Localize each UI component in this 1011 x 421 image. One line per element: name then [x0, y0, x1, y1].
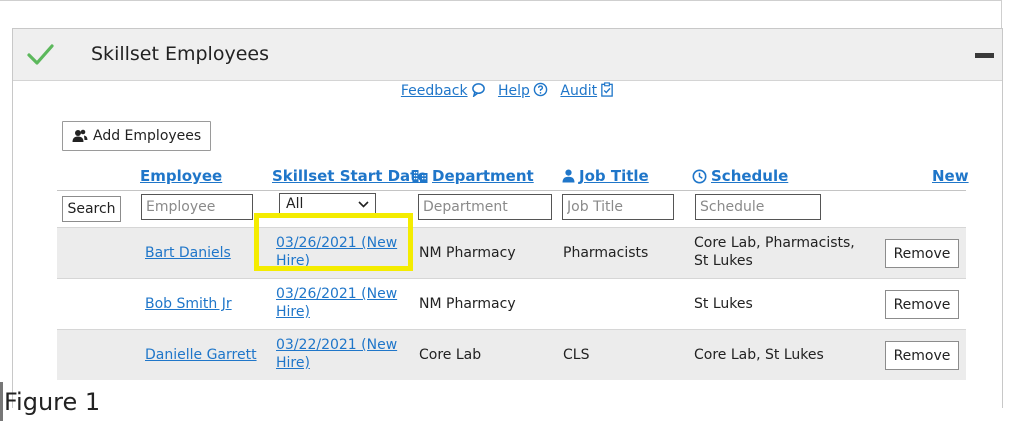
start-date-header-label: Skillset Start Date [272, 167, 428, 185]
filter-row: Search All [57, 192, 966, 225]
start-date-line2: Hire) [276, 304, 310, 320]
job-title-header-label: Job Title [579, 167, 649, 185]
department-cell: NM Pharmacy [419, 245, 516, 261]
add-users-icon [72, 129, 88, 142]
schedule-cell: Core Lab, St Lukes [694, 347, 824, 363]
table-row: Bob Smith Jr 03/26/2021 (New Hire) NM Pha… [57, 278, 966, 329]
start-date-line1: 03/26/2021 (New [276, 286, 398, 302]
employee-name-link[interactable]: Bob Smith Jr [145, 295, 232, 313]
add-employees-label: Add Employees [93, 128, 202, 144]
building-icon [412, 170, 428, 183]
add-employees-button[interactable]: Add Employees [62, 121, 212, 151]
schedule-filter-input[interactable] [695, 194, 821, 220]
column-header-employee[interactable]: Employee [140, 167, 222, 185]
start-date-link[interactable]: 03/26/2021 (New Hire) [276, 285, 397, 321]
department-header-label: Department [432, 167, 534, 185]
table-row: Bart Daniels 03/26/2021 (New Hire) NM Pha… [57, 227, 966, 278]
employee-header-label: Employee [140, 167, 223, 185]
start-date-line2: Hire) [276, 355, 310, 371]
speech-bubble-icon [471, 83, 485, 98]
table-row: Danielle Garrett 03/22/2021 (New Hire) Co… [57, 329, 966, 380]
help-link[interactable]: Help [498, 82, 548, 99]
highlight-box [254, 213, 413, 271]
column-header-job-title[interactable]: Job Title [562, 167, 649, 185]
schedule-line2: St Lukes [694, 253, 753, 269]
collapse-icon[interactable] [975, 53, 994, 58]
figure-caption: Figure 1 [4, 388, 101, 416]
start-date-link[interactable]: 03/22/2021 (New Hire) [276, 336, 397, 372]
remove-button[interactable]: Remove [885, 290, 959, 319]
employee-name-link[interactable]: Bart Daniels [145, 244, 231, 262]
chevron-down-icon [358, 200, 369, 208]
search-button[interactable]: Search [62, 196, 121, 222]
feedback-link[interactable]: Feedback [401, 83, 486, 99]
schedule-cell: St Lukes [694, 296, 753, 312]
remove-button[interactable]: Remove [885, 239, 959, 268]
skillset-employees-panel: Skillset Employees Feedback Help Audit A… [12, 28, 1003, 408]
help-links: Feedback Help Audit [13, 82, 1002, 99]
panel-title: Skillset Employees [91, 43, 269, 65]
start-date-selected-value: All [286, 196, 304, 212]
user-icon [562, 169, 575, 183]
start-date-line1: 03/22/2021 (New [276, 337, 398, 353]
job-title-cell: CLS [563, 347, 590, 363]
schedule-header-label: Schedule [711, 167, 789, 185]
job-title-filter-input[interactable] [562, 194, 674, 220]
question-circle-icon [533, 82, 548, 97]
check-icon [27, 44, 54, 65]
audit-link[interactable]: Audit [560, 82, 614, 99]
column-header-new[interactable]: New [932, 167, 969, 185]
help-label: Help [498, 83, 530, 99]
audit-label: Audit [560, 83, 598, 99]
department-filter-input[interactable] [418, 194, 552, 220]
employee-filter-input[interactable] [141, 194, 253, 220]
panel-header[interactable]: Skillset Employees [13, 29, 1002, 81]
department-cell: NM Pharmacy [419, 296, 516, 312]
schedule-cell: Core Lab, Pharmacists, St Lukes [694, 234, 855, 270]
start-date-filter-select[interactable]: All [279, 193, 376, 215]
column-header-schedule[interactable]: Schedule [692, 167, 788, 185]
caption-divider [0, 382, 3, 421]
remove-button[interactable]: Remove [885, 341, 959, 370]
column-header-start-date[interactable]: Skillset Start Date [272, 167, 428, 185]
clipboard-check-icon [601, 82, 613, 97]
schedule-line1: Core Lab, Pharmacists, [694, 235, 855, 251]
header-divider [57, 190, 966, 191]
job-title-cell: Pharmacists [563, 245, 649, 261]
clock-icon [692, 169, 707, 183]
new-header-label: New [932, 167, 969, 185]
column-header-department[interactable]: Department [412, 167, 534, 185]
feedback-label: Feedback [400, 83, 468, 99]
department-cell: Core Lab [419, 347, 482, 363]
employee-name-link[interactable]: Danielle Garrett [145, 346, 257, 364]
